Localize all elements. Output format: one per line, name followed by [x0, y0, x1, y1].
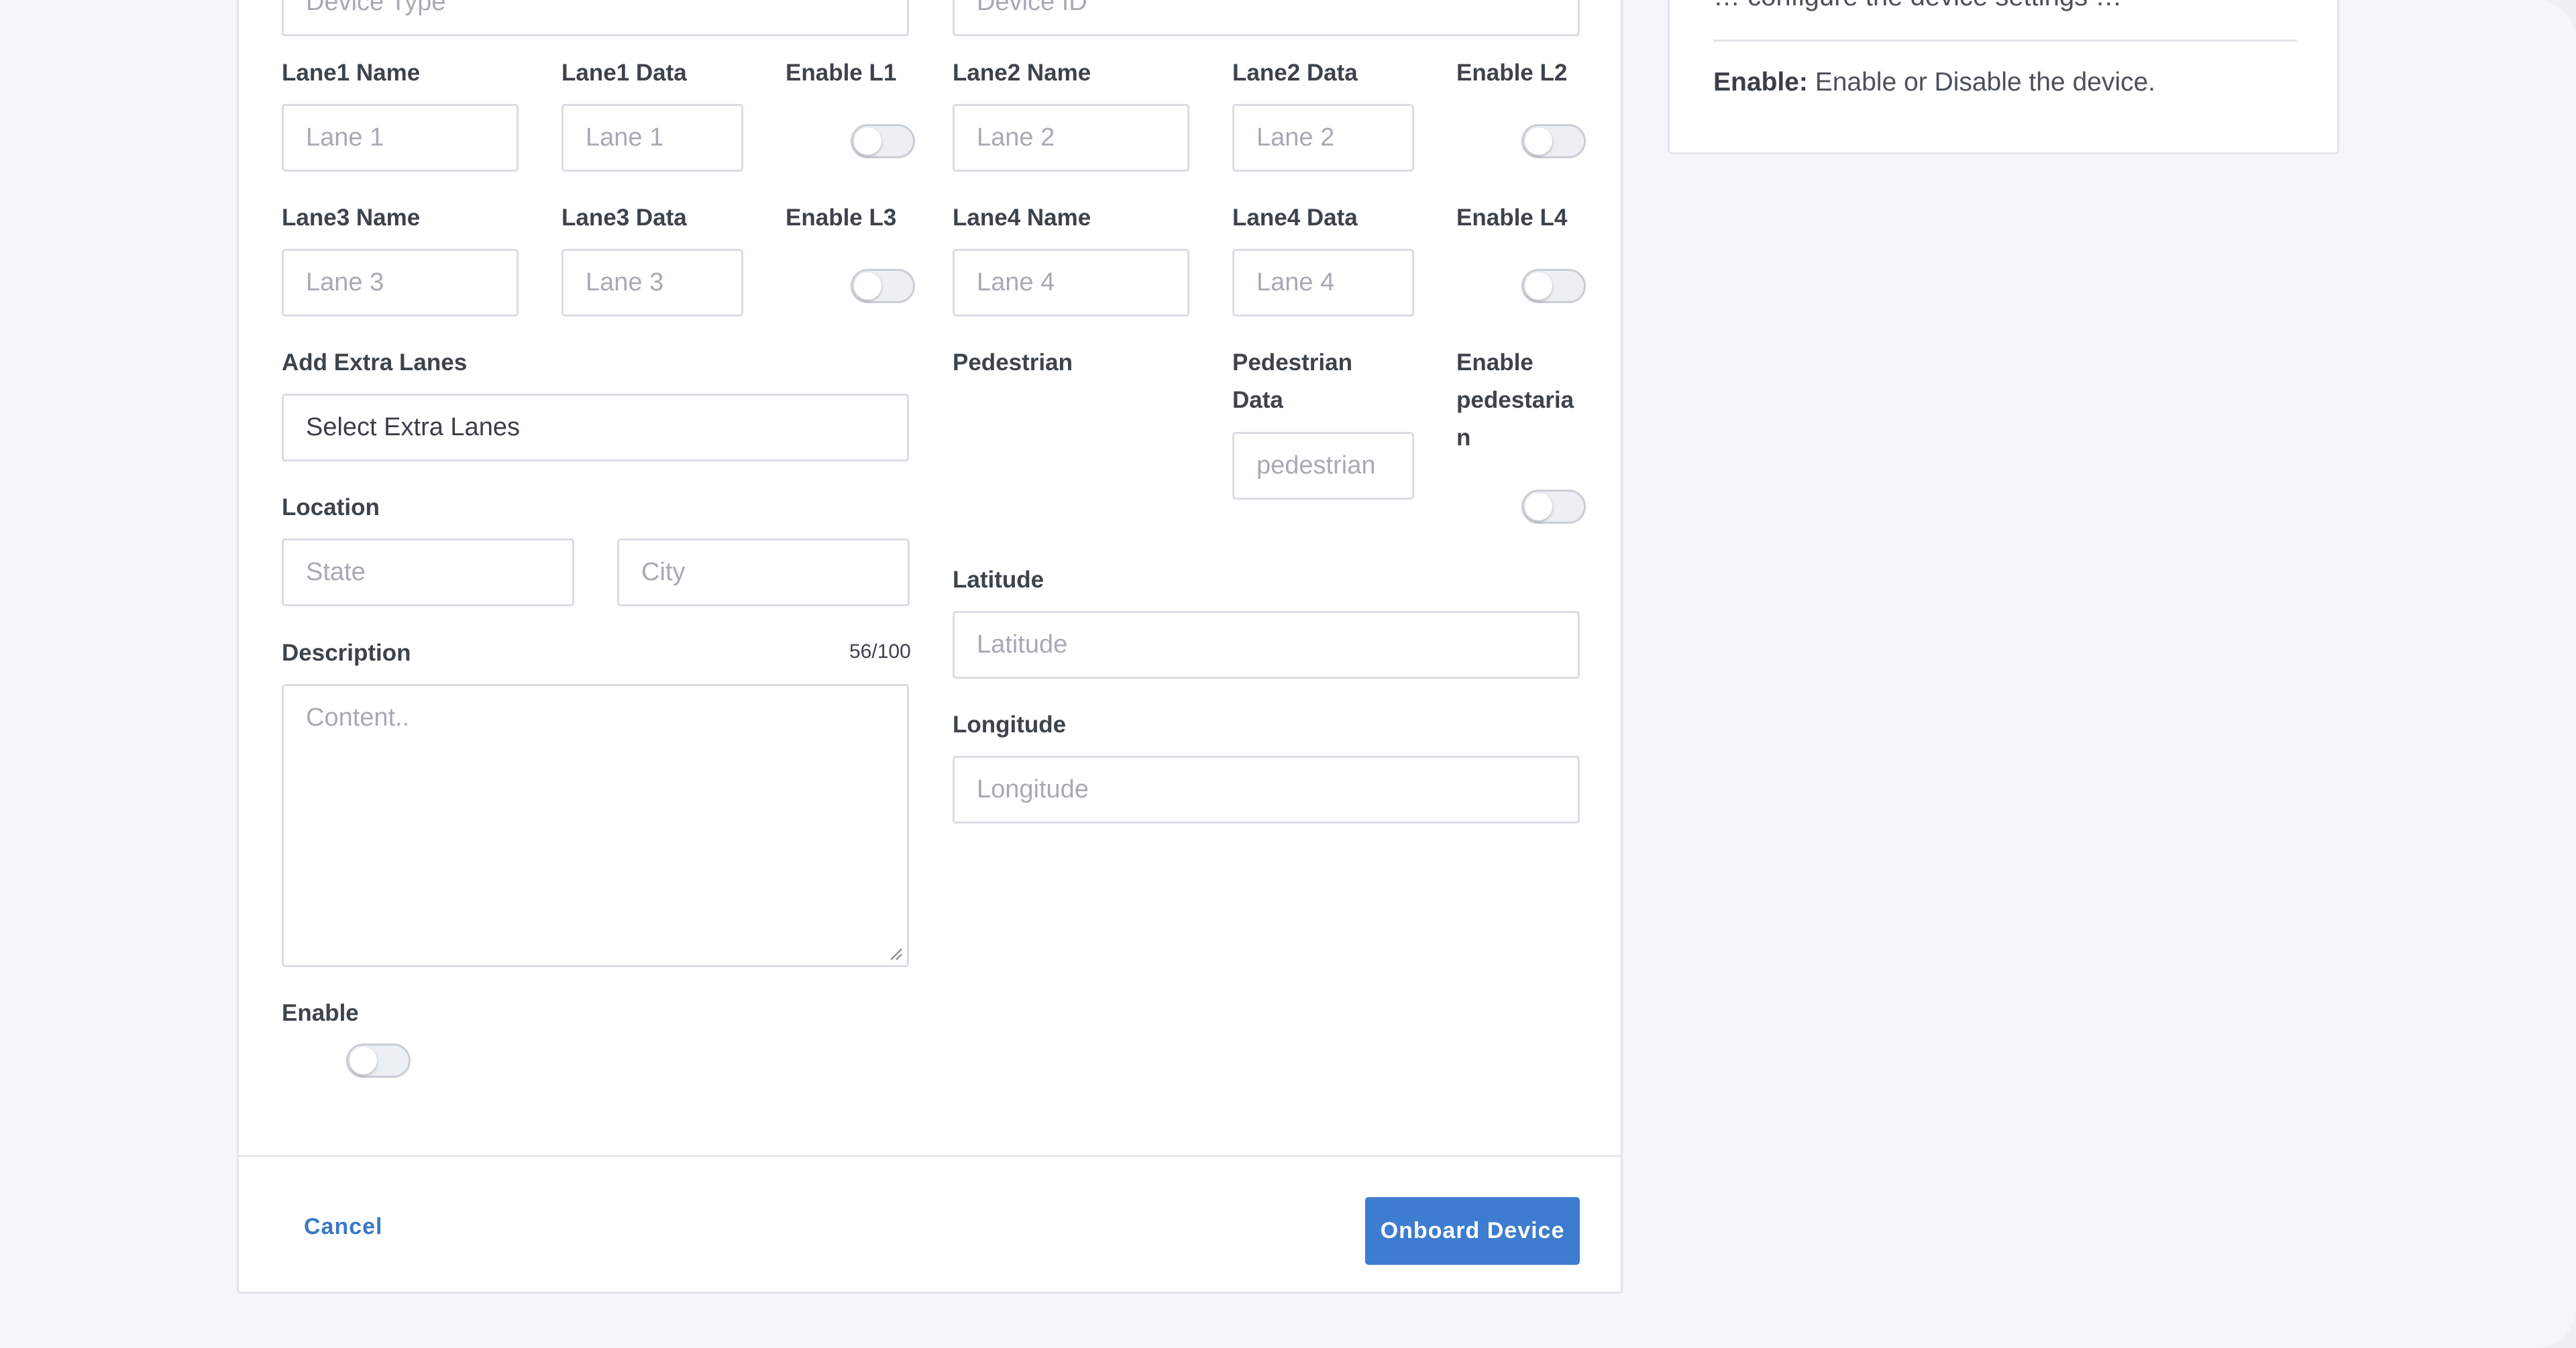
- cancel-button[interactable]: Cancel: [304, 1214, 383, 1240]
- enable-device-label: Enable: [282, 1000, 359, 1026]
- enable-pedestrian-toggle[interactable]: [1521, 490, 1586, 524]
- pedestrian-label: Pedestrian: [953, 349, 1073, 376]
- description-placeholder: Content..: [306, 704, 410, 732]
- city-input[interactable]: City: [617, 539, 910, 606]
- enable-l3-label: Enable L3: [786, 205, 897, 231]
- toggle-knob: [350, 1047, 377, 1074]
- pedestrian-data-input[interactable]: pedestrian: [1232, 432, 1414, 500]
- description-textarea[interactable]: Content..: [282, 684, 909, 967]
- device-type-input[interactable]: Device Type: [282, 0, 909, 36]
- enable-l2-toggle[interactable]: [1521, 124, 1586, 158]
- extra-lanes-label: Add Extra Lanes: [282, 349, 468, 376]
- toggle-knob: [1525, 272, 1552, 300]
- help-enable-term: Enable:: [1713, 68, 1808, 97]
- enable-device-toggle[interactable]: [346, 1044, 411, 1078]
- onboard-device-form-card: Device Type Device ID Lane1 Name Lane1 D…: [237, 0, 1623, 1294]
- lane1-name-label: Lane1 Name: [282, 60, 421, 86]
- toggle-knob: [1525, 493, 1552, 520]
- help-partial-line: … configure the device settings …: [1713, 0, 2122, 12]
- lane2-data-input[interactable]: Lane 2: [1232, 104, 1414, 172]
- latitude-label: Latitude: [953, 567, 1044, 593]
- lane4-name-label: Lane4 Name: [953, 205, 1091, 231]
- longitude-label: Longitude: [953, 712, 1067, 738]
- lane2-data-label: Lane2 Data: [1232, 60, 1358, 86]
- lane4-data-label: Lane4 Data: [1232, 205, 1358, 231]
- enable-pedestrian-label-line2: pedestaria: [1456, 387, 1574, 413]
- lane1-data-label: Lane1 Data: [561, 60, 687, 86]
- longitude-input[interactable]: Longitude: [953, 756, 1580, 824]
- pedestrian-data-label-line2: Data: [1232, 387, 1283, 413]
- help-panel: … configure the device settings … Enable…: [1668, 0, 2339, 154]
- description-char-counter: 56/100: [849, 640, 911, 663]
- enable-l1-toggle[interactable]: [851, 124, 915, 158]
- lane4-data-input[interactable]: Lane 4: [1232, 249, 1414, 317]
- lane1-name-input[interactable]: Lane 1: [282, 104, 519, 172]
- location-label: Location: [282, 494, 380, 520]
- resize-grip-icon[interactable]: [888, 946, 903, 961]
- enable-l4-toggle[interactable]: [1521, 269, 1586, 303]
- enable-l1-label: Enable L1: [786, 60, 897, 86]
- lane3-data-input[interactable]: Lane 3: [561, 249, 743, 317]
- extra-lanes-select[interactable]: Select Extra Lanes: [282, 394, 909, 461]
- device-id-input[interactable]: Device ID: [953, 0, 1580, 36]
- pedestrian-data-label: Pedestrian: [1232, 349, 1352, 376]
- help-divider: [1713, 40, 2297, 42]
- enable-l4-label: Enable L4: [1456, 205, 1568, 231]
- description-label: Description: [282, 640, 411, 666]
- enable-l2-label: Enable L2: [1456, 60, 1568, 86]
- footer-divider: [239, 1155, 1621, 1157]
- help-enable-description: Enable: Enable or Disable the device.: [1713, 68, 2155, 97]
- toggle-knob: [854, 127, 881, 155]
- lane2-name-label: Lane2 Name: [953, 60, 1091, 86]
- lane3-data-label: Lane3 Data: [561, 205, 687, 231]
- help-enable-desc: Enable or Disable the device.: [1807, 68, 2156, 97]
- lane3-name-input[interactable]: Lane 3: [282, 249, 519, 317]
- lane2-name-input[interactable]: Lane 2: [953, 104, 1189, 172]
- onboard-device-button[interactable]: Onboard Device: [1365, 1197, 1580, 1265]
- state-input[interactable]: State: [282, 539, 574, 606]
- toggle-knob: [854, 272, 881, 300]
- lane1-data-input[interactable]: Lane 1: [561, 104, 743, 172]
- enable-pedestrian-label: Enable: [1456, 349, 1534, 376]
- enable-pedestrian-label-line3: n: [1456, 425, 1471, 451]
- lane3-name-label: Lane3 Name: [282, 205, 421, 231]
- lane4-name-input[interactable]: Lane 4: [953, 249, 1189, 317]
- page-background: Device Type Device ID Lane1 Name Lane1 D…: [0, 0, 2576, 1348]
- enable-l3-toggle[interactable]: [851, 269, 915, 303]
- toggle-knob: [1525, 127, 1552, 155]
- latitude-input[interactable]: Latitude: [953, 611, 1580, 679]
